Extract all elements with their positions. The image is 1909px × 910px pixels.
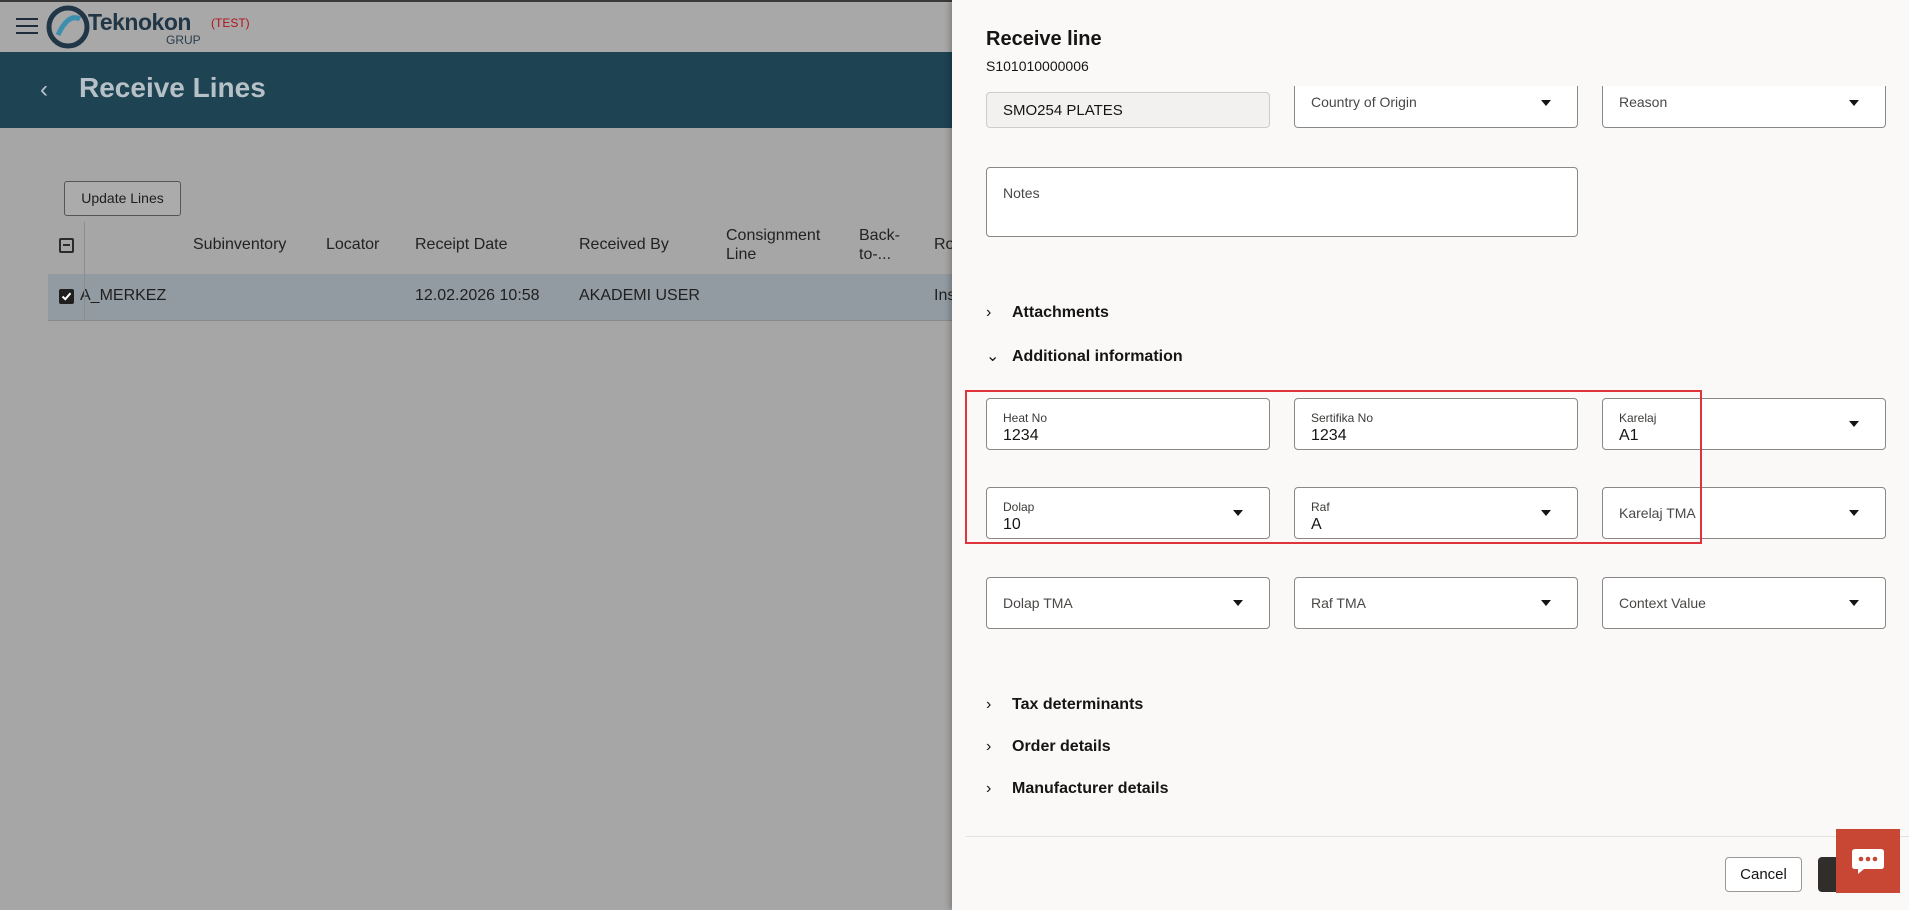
teknokon-logo-icon	[46, 5, 90, 49]
section-manufacturer-label: Manufacturer details	[1012, 780, 1169, 797]
column-subinventory[interactable]: Subinventory	[193, 236, 286, 254]
receive-lines-table: Subinventory Locator Receipt Date Receiv…	[48, 222, 968, 321]
column-consignment-line[interactable]: Consignment Line	[726, 226, 836, 264]
item-description-value: SMO254 PLATES	[1003, 102, 1123, 119]
table-header: Subinventory Locator Receipt Date Receiv…	[48, 222, 968, 274]
footer-divider	[966, 836, 1909, 837]
item-description-field: SMO254 PLATES	[986, 92, 1270, 128]
checkmark-icon	[61, 292, 72, 301]
chevron-down-icon	[1849, 600, 1859, 606]
drawer-subtitle: S101010000006	[986, 58, 1089, 74]
chevron-right-icon: ›	[986, 696, 992, 713]
section-order-details[interactable]: › Order details	[986, 738, 1111, 756]
section-additional-information[interactable]: ⌄ Additional information	[986, 346, 1183, 366]
column-received-by[interactable]: Received By	[579, 236, 669, 254]
cell-received-by: AKADEMI USER	[579, 287, 700, 304]
chat-button[interactable]	[1836, 829, 1900, 893]
section-manufacturer-details[interactable]: › Manufacturer details	[986, 780, 1168, 798]
highlight-annotation-box	[965, 390, 1702, 544]
drawer-title: Receive line	[986, 28, 1102, 50]
page-title: Receive Lines	[79, 72, 266, 103]
chevron-down-icon: ⌄	[986, 348, 1000, 365]
column-locator[interactable]: Locator	[326, 236, 379, 254]
context-value-label: Context Value	[1619, 595, 1706, 611]
cell-first: A_MERKEZ	[80, 287, 167, 304]
row-checkbox[interactable]	[59, 289, 74, 304]
chevron-down-icon	[1849, 510, 1859, 516]
back-arrow-icon[interactable]: ‹	[40, 76, 68, 104]
dolap-tma-select[interactable]: Dolap TMA	[986, 577, 1270, 629]
update-lines-button[interactable]: Update Lines	[64, 181, 181, 216]
frozen-column-divider	[84, 222, 85, 320]
raf-tma-select[interactable]: Raf TMA	[1294, 577, 1578, 629]
section-order-label: Order details	[1012, 738, 1111, 755]
cell-receipt-date: 12.02.2026 10:58	[415, 287, 540, 304]
section-tax-determinants[interactable]: › Tax determinants	[986, 696, 1143, 714]
chevron-down-icon	[1849, 421, 1859, 427]
notes-textarea[interactable]: Notes	[986, 167, 1578, 237]
section-additional-label: Additional information	[1012, 348, 1183, 365]
chevron-down-icon	[1541, 100, 1551, 106]
context-value-select[interactable]: Context Value	[1602, 577, 1886, 629]
chevron-right-icon: ›	[986, 780, 992, 797]
cancel-button[interactable]: Cancel	[1725, 857, 1802, 892]
chevron-right-icon: ›	[986, 738, 992, 755]
logo-name: Teknokon	[88, 9, 191, 35]
logo-subtitle: GRUP	[166, 33, 201, 47]
column-back-to[interactable]: Back-to-...	[859, 226, 909, 264]
section-attachments-label: Attachments	[1012, 304, 1109, 321]
chevron-down-icon	[1233, 600, 1243, 606]
country-of-origin-label: Country of Origin	[1311, 94, 1417, 110]
table-row[interactable]: A_MERKEZ 12.02.2026 10:58 AKADEMI USER I…	[48, 274, 968, 321]
reason-label: Reason	[1619, 94, 1668, 110]
chevron-down-icon	[1849, 100, 1859, 106]
reason-select[interactable]: Reason	[1602, 86, 1886, 128]
raf-tma-label: Raf TMA	[1311, 595, 1366, 611]
section-attachments[interactable]: › Attachments	[986, 304, 1109, 322]
hamburger-menu-icon[interactable]	[16, 18, 38, 34]
notes-label: Notes	[1003, 185, 1040, 201]
environment-tag: (TEST)	[211, 16, 250, 30]
chevron-down-icon	[1541, 600, 1551, 606]
country-of-origin-select[interactable]: Country of Origin	[1294, 86, 1578, 128]
dolap-tma-label: Dolap TMA	[1003, 595, 1073, 611]
select-all-checkbox[interactable]	[59, 238, 74, 253]
column-receipt-date[interactable]: Receipt Date	[415, 236, 508, 254]
chevron-right-icon: ›	[986, 304, 992, 321]
chat-bubble-icon	[1852, 849, 1884, 874]
section-tax-label: Tax determinants	[1012, 696, 1144, 713]
